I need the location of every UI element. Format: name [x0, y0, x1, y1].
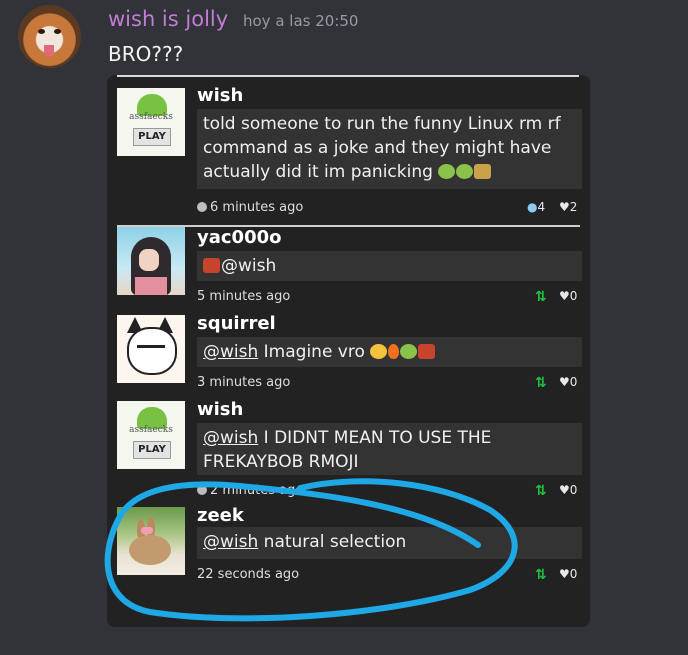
post-mention[interactable]: @wish: [203, 532, 258, 552]
message-author-avatar[interactable]: [18, 5, 81, 68]
upvote-button[interactable]: ⇅: [535, 567, 547, 583]
avatar-face-shape: [139, 249, 159, 271]
message-content: BRO???: [108, 42, 184, 66]
post-time-text: 2 minutes ago: [210, 483, 304, 498]
cat-eyes-shape: [137, 345, 165, 356]
heart-icon: ♥: [559, 289, 570, 303]
anime-girl-avatar[interactable]: [117, 227, 185, 295]
sick-face-emoji-icon: [456, 164, 474, 179]
like-count-text: 0: [569, 483, 578, 497]
reply-bubble-icon: ●: [527, 200, 538, 214]
post-time: 3 minutes ago: [197, 375, 291, 390]
post-time: 22 seconds ago: [197, 567, 300, 582]
post-time: 6 minutes ago: [197, 200, 303, 215]
like-count-text: 2: [569, 200, 578, 214]
embedded-thread: assfaecks PLAY wish told someone to run …: [107, 75, 590, 627]
fox-eye-icon: [38, 29, 45, 34]
monkey-emoji-icon: [203, 258, 220, 273]
bunny-body-shape: [129, 535, 171, 565]
post-divider: [117, 225, 580, 227]
heart-icon: ♥: [559, 567, 570, 581]
embed-top-divider: [117, 75, 579, 77]
sick-face-emoji-icon: [438, 164, 456, 179]
like-count-text: 0: [569, 375, 578, 389]
heart-icon: ♥: [559, 375, 570, 389]
like-count[interactable]: ♥0: [559, 567, 577, 581]
gear-icon: [197, 485, 207, 495]
like-count[interactable]: ♥0: [559, 289, 577, 303]
post-text: told someone to run the funny Linux rm r…: [203, 114, 561, 182]
avatar-logo-text: assfaecks: [129, 112, 173, 122]
like-count-text: 0: [569, 567, 578, 581]
monkey-emoji-icon: [418, 344, 436, 359]
post-body: told someone to run the funny Linux rm r…: [197, 109, 582, 189]
bow-icon: [141, 527, 153, 534]
sick-face-emoji-icon: [400, 344, 418, 359]
post-time-text: 6 minutes ago: [210, 200, 304, 215]
upvote-icon: ⇅: [535, 483, 547, 499]
spongebob-emoji-icon: [474, 164, 492, 179]
fox-tongue-icon: [44, 45, 54, 57]
post-author[interactable]: wish: [197, 85, 243, 106]
heart-icon: ♥: [559, 200, 570, 214]
reply-count[interactable]: ●4: [527, 200, 545, 214]
heart-icon: ♥: [559, 483, 570, 497]
like-count[interactable]: ♥0: [559, 483, 577, 497]
message-author-name[interactable]: wish is jolly: [108, 7, 228, 31]
post-time: 2 minutes ago: [197, 483, 303, 498]
avatar-logo-text: assfaecks: [129, 425, 173, 435]
message-timestamp: hoy a las 20:50: [243, 12, 359, 30]
post-author[interactable]: wish: [197, 399, 243, 420]
like-count[interactable]: ♥0: [559, 375, 577, 389]
post-body: @wish I DIDNT MEAN TO USE THE FREKAYBOB …: [197, 423, 582, 475]
crying-face-emoji-icon: [370, 344, 388, 359]
like-count[interactable]: ♥2: [559, 200, 577, 214]
upvote-button[interactable]: ⇅: [535, 483, 547, 499]
bunny-avatar[interactable]: [117, 507, 185, 575]
post-body: @wish: [197, 251, 582, 281]
reply-count-text: 4: [537, 200, 546, 214]
post-author[interactable]: zeek: [197, 505, 244, 526]
post-body: @wish natural selection: [197, 527, 582, 559]
post-body: @wish Imagine vro: [197, 337, 582, 367]
game-logo-avatar[interactable]: assfaecks PLAY: [117, 401, 185, 469]
post-text: natural selection: [258, 532, 407, 552]
upvote-button[interactable]: ⇅: [535, 375, 547, 391]
post-text: Imagine vro: [258, 342, 365, 362]
cartoon-cat-avatar[interactable]: [117, 315, 185, 383]
avatar-play-badge: PLAY: [133, 441, 171, 459]
fox-eye-icon: [54, 29, 61, 34]
gear-icon: [197, 202, 207, 212]
post-mention[interactable]: @wish: [203, 342, 258, 362]
post-author[interactable]: squirrel: [197, 313, 276, 334]
avatar-shirt-shape: [135, 277, 167, 295]
upvote-icon: ⇅: [535, 567, 547, 583]
post-mention[interactable]: @wish: [203, 428, 258, 448]
fire-emoji-icon: [388, 344, 400, 359]
post-time: 5 minutes ago: [197, 289, 291, 304]
avatar-play-badge: PLAY: [133, 128, 171, 146]
post-author[interactable]: yac000o: [197, 227, 282, 248]
game-logo-avatar[interactable]: assfaecks PLAY: [117, 88, 185, 156]
post-mention[interactable]: @wish: [221, 256, 276, 276]
upvote-icon: ⇅: [535, 375, 547, 391]
upvote-button[interactable]: ⇅: [535, 289, 547, 305]
upvote-icon: ⇅: [535, 289, 547, 305]
like-count-text: 0: [569, 289, 578, 303]
